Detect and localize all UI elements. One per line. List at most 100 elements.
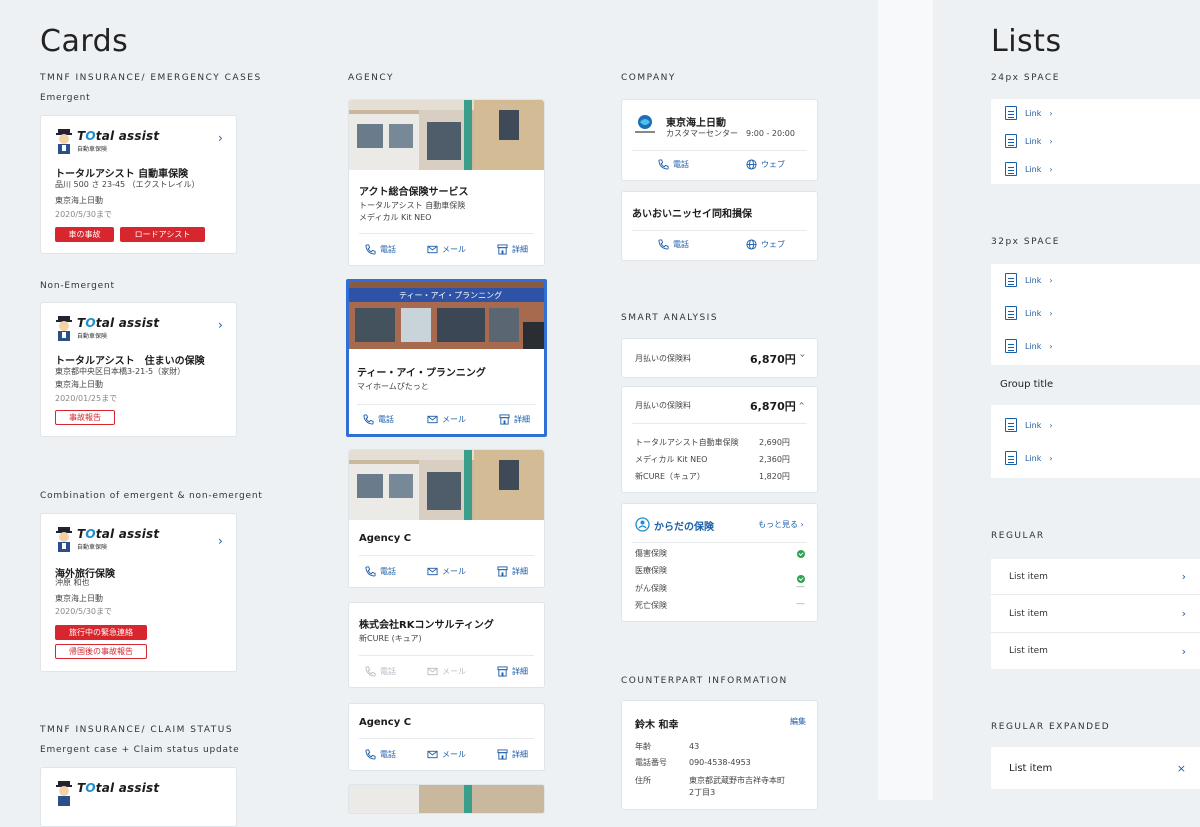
regular-expanded-list: List item ×: [991, 747, 1200, 789]
body-insurance-icon: [635, 517, 650, 532]
agency-card[interactable]: 株式会社RKコンサルティング 新CURE (キュア) 電話 メール 詳細: [348, 602, 545, 688]
premium-amount: 6,870円: [750, 353, 796, 366]
coverage-status: —: [796, 582, 805, 592]
mail-button[interactable]: メール: [427, 414, 466, 425]
link-list-group: Link › Link ›: [991, 405, 1200, 478]
web-button[interactable]: ウェブ: [746, 239, 785, 250]
car-accident-button[interactable]: 車の事故: [55, 227, 114, 242]
chevron-down-icon[interactable]: ›: [797, 354, 808, 358]
link-list-24: Link › Link › Link ›: [991, 99, 1200, 184]
company-card[interactable]: あいおいニッセイ同和損保 電話 ウェブ: [621, 191, 818, 261]
mail-button[interactable]: メール: [427, 244, 466, 255]
link-row[interactable]: Link ›: [991, 106, 1053, 120]
mascot-icon: [55, 781, 73, 807]
chevron-right-icon[interactable]: ›: [218, 131, 223, 145]
insurance-card-travel[interactable]: TOtal assist 自動車保険 › 海外旅行保険 沖原 和也 東京海上日動…: [40, 513, 237, 672]
web-button[interactable]: ウェブ: [746, 159, 785, 170]
card-company: 東京海上日動: [55, 380, 103, 389]
link-row[interactable]: Link ›: [991, 339, 1053, 353]
detail-button[interactable]: 詳細: [497, 566, 528, 577]
insurance-card-home[interactable]: TOtal assist 自動車保険 › トータルアシスト 住まいの保険 東京都…: [40, 302, 237, 437]
counterpart-heading: COUNTERPART INFORMATION: [621, 676, 788, 686]
close-icon[interactable]: ×: [1177, 762, 1186, 775]
document-icon: [1005, 339, 1017, 353]
detail-button[interactable]: 詳細: [497, 666, 528, 677]
link-row[interactable]: Link ›: [991, 134, 1053, 148]
regular-list: List item › List item › List item ›: [991, 559, 1200, 669]
list-item-expanded[interactable]: List item ×: [991, 747, 1200, 789]
company-logo-icon: [633, 112, 657, 136]
list-item[interactable]: List item ›: [991, 633, 1200, 669]
road-assist-button[interactable]: ロードアシスト: [120, 227, 205, 242]
detail-button[interactable]: 詳細: [499, 414, 530, 425]
agency-line1: トータルアシスト 自動車保険: [359, 201, 466, 210]
mail-button[interactable]: メール: [427, 749, 466, 760]
see-more-link[interactable]: もっと見る ›: [758, 519, 804, 530]
list-item[interactable]: List item ›: [991, 559, 1200, 595]
link-row[interactable]: Link ›: [991, 273, 1053, 287]
phone-icon: [363, 414, 374, 425]
edit-link[interactable]: 編集: [790, 716, 806, 727]
premium-collapsed-card[interactable]: 月払いの保険料 6,870円 ›: [621, 338, 818, 378]
phone-button[interactable]: 電話: [658, 159, 689, 170]
phone-button[interactable]: 電話: [365, 566, 396, 577]
breakdown-name: 新CURE（キュア）: [635, 472, 705, 481]
link-row[interactable]: Link ›: [991, 162, 1053, 176]
company-card[interactable]: 東京海上日動 カスタマーセンター 9:00 - 20:00 電話 ウェブ: [621, 99, 818, 181]
phone-button[interactable]: 電話: [365, 749, 396, 760]
mascot-icon: [55, 316, 73, 342]
tel-value: 090-4538-4953: [689, 758, 751, 767]
agency-card[interactable]: Agency C 電話 メール 詳細: [348, 449, 545, 588]
travel-emergency-button[interactable]: 旅行中の緊急連絡: [55, 625, 147, 640]
card-company: 東京海上日動: [55, 196, 103, 205]
phone-button[interactable]: 電話: [658, 239, 689, 250]
total-assist-logo: TOtal assist 自動車保険: [55, 129, 159, 155]
detail-button[interactable]: 詳細: [497, 749, 528, 760]
phone-button[interactable]: 電話: [365, 244, 396, 255]
cards-page-title: Cards: [40, 24, 129, 59]
agency-card-selected[interactable]: ティー・アイ・プランニング ティー・アイ・プランニング マイホームぴたっと 電話…: [346, 279, 547, 437]
premium-expanded-card[interactable]: 月払いの保険料 6,870円 › トータルアシスト自動車保険 2,690円 メデ…: [621, 386, 818, 493]
detail-button[interactable]: 詳細: [497, 244, 528, 255]
return-accident-report-button[interactable]: 帰国後の事故報告: [55, 644, 147, 659]
card-expiry: 2020/01/25まで: [55, 394, 118, 403]
link-row[interactable]: Link ›: [991, 451, 1053, 465]
phone-button[interactable]: 電話: [363, 414, 394, 425]
breakdown-value: 1,820円: [759, 472, 790, 481]
accident-report-button[interactable]: 事故報告: [55, 410, 115, 425]
list-item[interactable]: List item ›: [991, 595, 1200, 633]
chevron-right-icon[interactable]: ›: [218, 318, 223, 332]
agency-card[interactable]: Agency C 電話 メール 詳細: [348, 703, 545, 771]
space32-heading: 32px SPACE: [991, 237, 1060, 247]
breakdown-name: トータルアシスト自動車保険: [635, 438, 739, 447]
agency-card[interactable]: アクト総合保険サービス トータルアシスト 自動車保険 メディカル Kit NEO…: [348, 99, 545, 266]
chevron-right-icon: ›: [1181, 570, 1186, 583]
mail-button[interactable]: メール: [427, 566, 466, 577]
chevron-right-icon: ›: [1181, 607, 1186, 620]
chevron-right-icon[interactable]: ›: [218, 534, 223, 548]
insurance-card-auto[interactable]: TOtal assist 自動車保険 › トータルアシスト 自動車保険 品川 5…: [40, 115, 237, 254]
link-row[interactable]: Link ›: [991, 418, 1053, 432]
breakdown-value: 2,690円: [759, 438, 790, 447]
agency-name: 株式会社RKコンサルティング: [359, 620, 494, 631]
mascot-icon: [55, 129, 73, 155]
card-plate: 品川 500 さ 23-45 （エクストレイル）: [55, 180, 200, 189]
body-insurance-card[interactable]: からだの保険 もっと見る › 傷害保険 医療保険 がん保険 — 死亡保険 —: [621, 503, 818, 622]
agency-line1: マイホームぴたっと: [357, 382, 429, 391]
link-row[interactable]: Link ›: [991, 306, 1053, 320]
chevron-up-icon[interactable]: ›: [797, 402, 808, 406]
mascot-icon: [55, 527, 73, 553]
breakdown-value: 2,360円: [759, 455, 790, 464]
tmnf-emergency-heading: TMNF INSURANCE/ EMERGENCY CASES: [40, 73, 262, 83]
phone-icon: [658, 239, 669, 250]
card-address: 東京都中央区日本橋3-21-5（家財）: [55, 367, 186, 376]
document-icon: [1005, 106, 1017, 120]
mail-icon: [427, 750, 438, 759]
document-icon: [1005, 418, 1017, 432]
coverage-name: 死亡保険: [635, 601, 667, 610]
agency-card[interactable]: [348, 784, 545, 814]
card-expiry: 2020/5/30まで: [55, 607, 113, 616]
body-insurance-title: からだの保険: [654, 522, 714, 533]
phone-icon: [365, 666, 376, 677]
insurance-card-claim[interactable]: TOtal assist: [40, 767, 237, 827]
